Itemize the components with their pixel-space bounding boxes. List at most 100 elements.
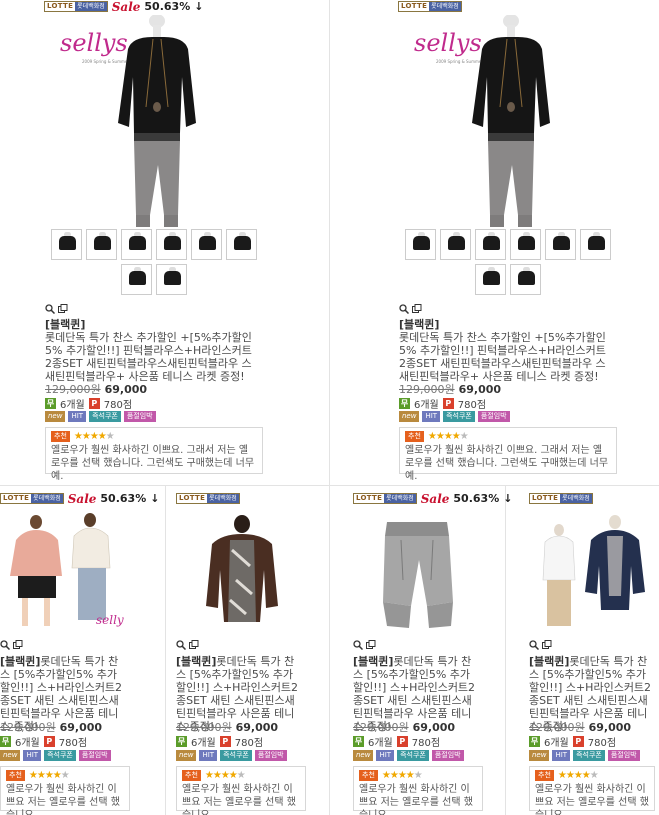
product-card-1[interactable]: LOTTE 롯데백화점 sellys 2009 Spring & Summer C…	[398, 0, 659, 482]
sale-percent: 50.63%	[144, 0, 191, 13]
magnifier-icon[interactable]	[529, 640, 539, 650]
magnifier-icon[interactable]	[353, 640, 363, 650]
thumbnail[interactable]	[51, 229, 82, 260]
thumbnail-strip	[44, 229, 264, 295]
benefit-row: 무 6개월 P 780점	[353, 736, 441, 749]
price: 129,000원 69,000	[399, 381, 501, 397]
thumbnail[interactable]	[510, 264, 541, 295]
review-box[interactable]: 추천 ★★★★★ 옐로우가 훨씬 화사하긴 이쁘요. 그래서 저는 옐로우를 선택…	[399, 427, 617, 482]
review-text: 옐로우가 훨씬 화사하긴 이쁘요. 그래서 저는 옐로우를 선택 했습니다. 그…	[405, 445, 609, 482]
benefit-row: 무 6개월 P 780점	[0, 736, 88, 749]
new-window-icon[interactable]	[13, 640, 23, 650]
thumbnail-strip	[398, 229, 618, 295]
thumbnail[interactable]	[156, 264, 187, 295]
recommend-label: 추천	[359, 770, 378, 781]
column-divider-left	[165, 485, 166, 815]
card-header: LOTTE 롯데백화점 Sale 50.63% ↓	[353, 491, 513, 506]
card-header: LOTTE 롯데백화점	[398, 0, 462, 13]
recommend-label: 추천	[182, 770, 201, 781]
magnifier-icon[interactable]	[399, 304, 409, 314]
product-image[interactable]	[180, 510, 300, 630]
card-header: LOTTE 롯데백화점	[176, 492, 240, 505]
sale-percent: 50.63%	[453, 492, 500, 505]
review-box[interactable]: 추천★★★★★ 옐로우가 훨씬 화사하긴 이쁘요 저는 옐로우를 선택 했습니요	[529, 766, 655, 815]
tag-row: new HIT 즉석쿠폰 품절임박	[399, 411, 510, 422]
review-box[interactable]: 추천★★★★★ 옐로우가 훨씬 화사하긴 이쁘요 저는 옐로우를 선택 했습니요	[176, 766, 306, 815]
thumbnail[interactable]	[475, 264, 506, 295]
gift-tag: 품절임박	[477, 411, 510, 422]
product-card-5[interactable]: LOTTE 롯데백화점 [블랙퀸]롯데단독 특가 찬스 [5%추가할인5% 추가할…	[529, 492, 659, 815]
product-image[interactable]	[533, 510, 653, 630]
tool-icons	[399, 304, 422, 314]
sale-price: 69,000	[458, 383, 502, 396]
point-icon: P	[43, 736, 55, 747]
price: 129,000원 69,000	[0, 719, 102, 735]
original-price: 129,000원	[176, 721, 232, 734]
gift-tag: 품절임박	[78, 750, 111, 761]
new-tag: new	[45, 411, 66, 422]
product-title[interactable]: [블랙퀸] 롯데단독 특가 찬스 추가할인 +[5%추가할인 5% 추가할인!!]…	[45, 318, 255, 383]
thumbnail[interactable]	[121, 264, 152, 295]
brand-logo: sellys	[414, 29, 482, 57]
thumbnail[interactable]	[191, 229, 222, 260]
review-box[interactable]: 추천★★★★★ 옐로우가 훨씬 화사하긴 이쁘요 저는 옐로우를 선택 했습니요	[0, 766, 130, 815]
magnifier-icon[interactable]	[176, 640, 186, 650]
thumbnail[interactable]	[475, 229, 506, 260]
card-header: LOTTE 롯데백화점 Sale 50.63% ↓	[0, 492, 159, 506]
down-arrow-icon: ↓	[503, 492, 513, 505]
product-card-2[interactable]: LOTTE롯데백화점 Sale 50.63% ↓ sellys [블랙퀸]롯데단…	[0, 492, 162, 815]
card-header: LOTTE 롯데백화점 Sale 50.63% ↓	[44, 0, 204, 14]
point-icon: P	[442, 398, 454, 409]
thumbnail[interactable]	[121, 229, 152, 260]
sale-price: 69,000	[59, 721, 103, 734]
product-card-0[interactable]: LOTTE 롯데백화점 Sale 50.63% ↓ sellys 2009 Spr…	[44, 0, 329, 482]
column-divider-right	[505, 485, 506, 815]
down-arrow-icon: ↓	[194, 0, 204, 13]
product-title[interactable]: [블랙퀸] 롯데단독 특가 찬스 추가할인 +[5%추가할인 5% 추가할인!!]…	[399, 318, 609, 383]
thumbnail[interactable]	[440, 229, 471, 260]
new-window-icon[interactable]	[366, 640, 376, 650]
product-image[interactable]: sellys 2009 Spring & Summer Collection	[54, 15, 264, 227]
thumbnail[interactable]	[86, 229, 117, 260]
thumbnail[interactable]	[226, 229, 257, 260]
recommend-label: 추천	[405, 431, 424, 442]
free-installment-icon: 무	[353, 736, 364, 747]
thumbnail[interactable]	[156, 229, 187, 260]
price: 129,000원 69,000	[353, 719, 455, 735]
new-window-icon[interactable]	[412, 304, 422, 314]
original-price: 129,000원	[529, 721, 585, 734]
row-divider	[0, 485, 659, 486]
free-installment-icon: 무	[399, 398, 410, 409]
product-card-4[interactable]: LOTTE 롯데백화점 Sale 50.63% ↓ [블랙퀸]롯데단독 특가 찬스…	[353, 492, 512, 815]
review-box[interactable]: 추천 ★★★★★ 옐로우가 훨씬 화사하긴 이쁘요. 그래서 저는 옐로우를 선택…	[45, 427, 263, 482]
product-image[interactable]: sellys	[4, 510, 124, 630]
product-card-3[interactable]: LOTTE 롯데백화점 [블랙퀸]롯데단독 특가 찬스 [5%추가할인5% 추가할…	[176, 492, 326, 815]
sale-price: 69,000	[412, 721, 456, 734]
original-price: 129,000원	[0, 721, 56, 734]
benefit-row: 무 6개월 P 780점	[529, 736, 617, 749]
coupon-tag: 즉석쿠폰	[443, 411, 475, 422]
new-tag: new	[353, 750, 374, 761]
sale-label: Sale	[420, 491, 450, 506]
star-rating: ★★★★★	[557, 770, 599, 781]
hit-tag: HIT	[68, 411, 87, 422]
magnifier-icon[interactable]	[0, 640, 10, 650]
thumbnail[interactable]	[405, 229, 436, 260]
review-box[interactable]: 추천★★★★★ 옐로우가 훨씬 화사하긴 이쁘요 저는 옐로우를 선택 했습니요	[353, 766, 483, 815]
thumbnail[interactable]	[510, 229, 541, 260]
brand-logo: sellys	[96, 613, 124, 627]
thumbnail[interactable]	[545, 229, 576, 260]
new-window-icon[interactable]	[542, 640, 552, 650]
tool-icons	[176, 640, 199, 650]
lotte-badge: LOTTE 롯데백화점	[0, 493, 64, 504]
thumbnail[interactable]	[580, 229, 611, 260]
gift-tag: 품절임박	[254, 750, 287, 761]
coupon-tag: 즉석쿠폰	[89, 411, 121, 422]
magnifier-icon[interactable]	[45, 304, 55, 314]
product-image[interactable]: sellys 2009 Spring & Summer Collection	[408, 15, 618, 227]
new-window-icon[interactable]	[189, 640, 199, 650]
star-rating: ★★★★★	[204, 770, 246, 781]
lotte-badge: LOTTE 롯데백화점	[398, 1, 462, 12]
new-window-icon[interactable]	[58, 304, 68, 314]
product-image[interactable]	[357, 510, 477, 630]
